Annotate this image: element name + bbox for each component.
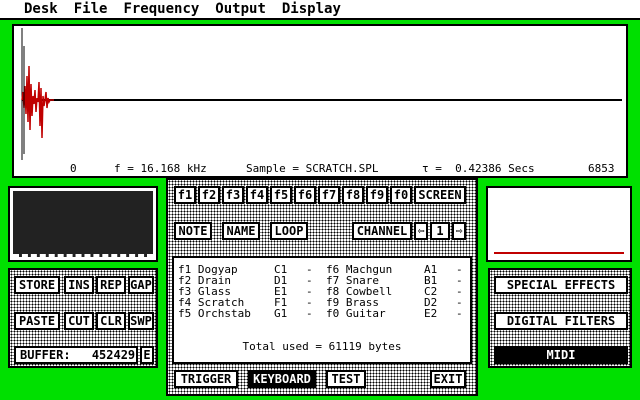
list-item-note: E2 <box>424 307 438 320</box>
buffer-unit-button[interactable]: E <box>140 346 154 364</box>
length-readout: 6853 <box>588 162 615 175</box>
channel-label: CHANNEL <box>352 222 412 240</box>
menu-display[interactable]: Display <box>282 0 341 18</box>
right-level-display <box>486 186 632 262</box>
midi-button[interactable]: MIDI <box>494 346 628 364</box>
fkey-f8[interactable]: f8 <box>342 186 364 204</box>
level-line <box>494 252 624 254</box>
paste-button[interactable]: PASTE <box>14 312 60 330</box>
waveform-display[interactable] <box>14 26 626 162</box>
trigger-button[interactable]: TRIGGER <box>174 370 238 388</box>
fkey-f6[interactable]: f6 <box>294 186 316 204</box>
waveform-window[interactable]: 0 f = 16.168 kHz Sample = SCRATCH.SPL τ … <box>12 24 628 178</box>
fkey-f9[interactable]: f9 <box>366 186 388 204</box>
position-readout: 0 <box>70 162 77 175</box>
test-button[interactable]: TEST <box>326 370 366 388</box>
digital-filters-button[interactable]: DIGITAL FILTERS <box>494 312 628 330</box>
fkey-f7[interactable]: f7 <box>318 186 340 204</box>
buffer-value: 452429 <box>91 348 136 362</box>
buffer-label: BUFFER: <box>20 348 71 362</box>
menu-desk[interactable]: Desk <box>24 0 58 18</box>
rep-button[interactable]: REP <box>96 276 126 294</box>
name-button[interactable]: NAME <box>222 222 260 240</box>
menu-output[interactable]: Output <box>215 0 266 18</box>
keyboard-button[interactable]: KEYBOARD <box>248 370 316 388</box>
fkey-f2[interactable]: f2 <box>198 186 220 204</box>
store-button[interactable]: STORE <box>14 276 60 294</box>
channel-right-arrow-icon[interactable]: ⇨ <box>452 222 466 240</box>
fkey-f4[interactable]: f4 <box>246 186 268 204</box>
clr-button[interactable]: CLR <box>96 312 126 330</box>
cut-button[interactable]: CUT <box>64 312 94 330</box>
list-item[interactable]: f0 Guitar <box>326 308 386 319</box>
loop-button[interactable]: LOOP <box>270 222 308 240</box>
screen-button[interactable]: SCREEN <box>414 186 466 204</box>
list-item[interactable]: f5 Orchstab <box>178 308 251 319</box>
time-readout: τ = 0.42386 Secs <box>422 162 535 175</box>
list-item-note: G1 <box>274 307 288 320</box>
ins-button[interactable]: INS <box>64 276 94 294</box>
fkey-f0[interactable]: f0 <box>390 186 412 204</box>
menu-frequency[interactable]: Frequency <box>123 0 199 18</box>
fkey-f5[interactable]: f5 <box>270 186 292 204</box>
fkey-f1[interactable]: f1 <box>174 186 196 204</box>
buffer-readout: BUFFER: 452429 <box>14 346 138 364</box>
waveform-trace <box>21 65 54 139</box>
swp-button[interactable]: SWP <box>128 312 154 330</box>
total-used-readout: Total used = 61119 bytes <box>242 340 402 353</box>
sample-bank-panel: f1 f2 f3 f4 f5 f6 f7 f8 f9 f0 SCREEN NOT… <box>166 178 478 396</box>
edit-panel: STORE INS REP GAP PASTE CUT CLR SWP BUFF… <box>8 268 158 368</box>
left-level-display <box>8 186 158 262</box>
menu-bar: Desk File Frequency Output Display <box>0 0 640 20</box>
gap-button[interactable]: GAP <box>128 276 154 294</box>
sample-list: f1 Dogyap C1 - f2 Drain D1 - f3 Glass E1… <box>172 256 472 364</box>
menu-file[interactable]: File <box>74 0 108 18</box>
note-button[interactable]: NOTE <box>174 222 212 240</box>
special-effects-button[interactable]: SPECIAL EFFECTS <box>494 276 628 294</box>
exit-button[interactable]: EXIT <box>430 370 466 388</box>
effects-panel: SPECIAL EFFECTS DIGITAL FILTERS MIDI <box>488 268 632 368</box>
channel-left-arrow-icon[interactable]: ⇦ <box>414 222 428 240</box>
channel-value: 1 <box>430 222 450 240</box>
status-line: 0 f = 16.168 kHz Sample = SCRATCH.SPL τ … <box>14 162 626 176</box>
sample-readout: Sample = SCRATCH.SPL <box>246 162 379 175</box>
fkey-f3[interactable]: f3 <box>222 186 244 204</box>
frequency-readout: f = 16.168 kHz <box>114 162 207 175</box>
